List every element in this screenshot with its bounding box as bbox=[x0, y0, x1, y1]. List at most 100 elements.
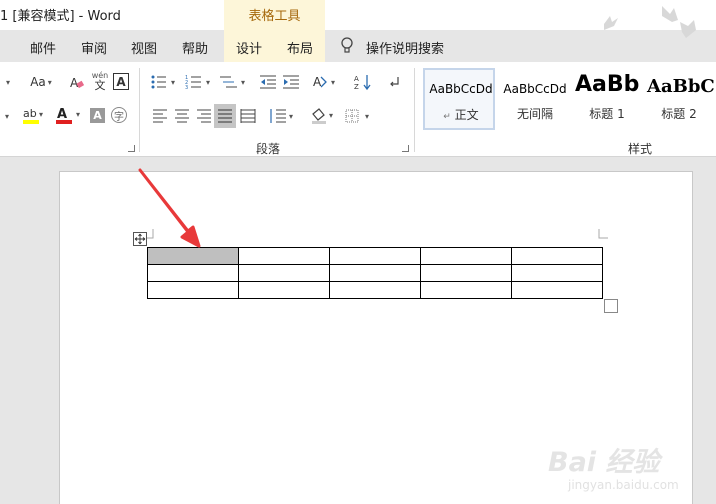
numbering-button[interactable]: 123 ▾ bbox=[185, 72, 215, 92]
svg-text:A: A bbox=[57, 107, 67, 122]
svg-text:▾: ▾ bbox=[76, 110, 80, 119]
borders-button[interactable]: ▾ bbox=[344, 106, 374, 126]
tab-review[interactable]: 审阅 bbox=[81, 38, 107, 57]
font-row2-partial[interactable]: ▾ bbox=[0, 106, 12, 126]
decrease-indent-button[interactable] bbox=[258, 72, 278, 92]
multilevel-list-icon: ▾ bbox=[220, 76, 245, 88]
font-color-button[interactable]: A ▾ bbox=[54, 104, 84, 126]
chinese-layout-icon: A ▾ bbox=[313, 75, 335, 89]
table-cell[interactable] bbox=[511, 247, 603, 265]
table-cell[interactable] bbox=[238, 281, 330, 299]
increase-indent-icon bbox=[283, 75, 299, 89]
title-bar: 1 [兼容模式] - Word bbox=[0, 0, 716, 38]
character-shading-button[interactable]: A bbox=[90, 108, 105, 123]
borders-icon: ▾ bbox=[345, 109, 369, 123]
table-move-handle[interactable] bbox=[133, 232, 147, 246]
tab-help[interactable]: 帮助 bbox=[182, 38, 208, 57]
svg-text:ab: ab bbox=[23, 107, 37, 120]
svg-text:A: A bbox=[354, 75, 359, 83]
tab-view[interactable]: 视图 bbox=[131, 38, 157, 57]
document-table[interactable] bbox=[147, 247, 603, 299]
style-normal[interactable]: AaBbCcDd ↵ 正文 bbox=[423, 68, 495, 130]
align-right-button[interactable] bbox=[194, 106, 214, 126]
chinese-layout-button[interactable]: A ▾ bbox=[312, 72, 340, 92]
style-heading-2[interactable]: AaBbC 标题 2 bbox=[643, 68, 715, 130]
pinyin-bottom: 文 bbox=[94, 78, 106, 92]
style-heading-1[interactable]: AaBb 标题 1 bbox=[571, 68, 643, 130]
tell-me-search[interactable]: 操作说明搜索 bbox=[366, 38, 444, 57]
svg-text:Z: Z bbox=[354, 83, 359, 91]
table-cell-selected[interactable] bbox=[147, 247, 239, 265]
table-cell[interactable] bbox=[511, 264, 603, 282]
style-no-spacing-name: 无间隔 bbox=[516, 107, 553, 121]
move-arrows-icon bbox=[134, 233, 146, 245]
line-spacing-button[interactable]: ▾ bbox=[268, 106, 298, 126]
font-group-divider bbox=[139, 68, 140, 152]
sort-button[interactable]: AZ bbox=[352, 72, 374, 92]
change-case-button[interactable]: Aa ▾ bbox=[26, 72, 56, 92]
style-normal-name: ↵ 正文 bbox=[443, 108, 479, 122]
align-right-icon bbox=[197, 109, 211, 123]
style-normal-sample: AaBbCcDd bbox=[429, 82, 493, 96]
line-spacing-icon: ▾ bbox=[270, 109, 293, 123]
svg-text:▾: ▾ bbox=[331, 78, 335, 87]
show-marks-button[interactable] bbox=[386, 72, 402, 92]
styles-group-label: 样式 bbox=[628, 142, 653, 156]
table-cell[interactable] bbox=[420, 264, 512, 282]
character-border-button[interactable]: A bbox=[113, 73, 129, 90]
document-title: 1 [兼容模式] - Word bbox=[0, 9, 121, 24]
table-cell[interactable] bbox=[329, 247, 421, 265]
paragraph-group-divider bbox=[414, 68, 415, 152]
style-heading-1-sample: AaBb bbox=[575, 72, 640, 97]
bullets-button[interactable]: ▾ bbox=[150, 72, 180, 92]
style-no-spacing-sample: AaBbCcDd bbox=[503, 82, 567, 96]
table-row bbox=[147, 281, 603, 299]
paint-bucket-icon: ▾ bbox=[312, 108, 333, 124]
align-center-icon bbox=[175, 109, 189, 123]
phonetic-guide-button[interactable]: wén 文 bbox=[90, 68, 110, 94]
tab-design[interactable]: 设计 bbox=[236, 38, 262, 57]
svg-text:▾: ▾ bbox=[39, 110, 43, 119]
table-cell[interactable] bbox=[238, 247, 330, 265]
distributed-button[interactable] bbox=[238, 106, 258, 126]
table-cell[interactable] bbox=[147, 281, 239, 299]
ribbon-tabs: 开始 邮件 审阅 视图 帮助 设计 布局 操作说明搜索 bbox=[0, 30, 716, 62]
font-grow-partial-button[interactable]: ▾ bbox=[0, 72, 14, 92]
style-heading-2-sample: AaBbC bbox=[647, 76, 715, 97]
align-center-button[interactable] bbox=[172, 106, 192, 126]
tab-layout[interactable]: 布局 bbox=[287, 38, 313, 57]
table-resize-handle[interactable] bbox=[604, 299, 618, 313]
table-cell[interactable] bbox=[329, 264, 421, 282]
font-dialog-launcher[interactable] bbox=[128, 145, 135, 152]
styles-gallery: AaBbCcDd ↵ 正文 AaBbCcDd 无间隔 AaBb 标题 1 AaB… bbox=[423, 68, 716, 130]
svg-text:▾: ▾ bbox=[206, 78, 210, 87]
tab-mailings[interactable]: 邮件 bbox=[30, 38, 56, 57]
table-cell[interactable] bbox=[238, 264, 330, 282]
table-cell[interactable] bbox=[329, 281, 421, 299]
table-cell[interactable] bbox=[420, 247, 512, 265]
lightbulb-icon bbox=[341, 37, 353, 53]
justify-button[interactable] bbox=[214, 104, 236, 128]
numbered-list-icon: 123 ▾ bbox=[185, 75, 210, 90]
highlight-color-button[interactable]: ab ▾ bbox=[20, 104, 46, 126]
svg-text:▾: ▾ bbox=[241, 78, 245, 87]
enclose-characters-button[interactable]: 字 bbox=[111, 107, 127, 123]
style-heading-1-name: 标题 1 bbox=[589, 107, 625, 121]
paragraph-group-label: 段落 bbox=[256, 142, 281, 156]
increase-indent-button[interactable] bbox=[281, 72, 301, 92]
style-no-spacing[interactable]: AaBbCcDd 无间隔 bbox=[499, 68, 571, 130]
watermark-url: jingyan.baidu.com bbox=[568, 478, 679, 492]
svg-text:3: 3 bbox=[185, 85, 188, 90]
align-left-button[interactable] bbox=[150, 106, 170, 126]
multilevel-list-button[interactable]: ▾ bbox=[219, 72, 249, 92]
style-heading-2-name: 标题 2 bbox=[661, 107, 697, 121]
paragraph-mark-icon bbox=[390, 77, 399, 87]
margin-corner-right bbox=[598, 229, 608, 239]
shading-button[interactable]: ▾ bbox=[310, 106, 338, 126]
paragraph-dialog-launcher[interactable] bbox=[402, 145, 409, 152]
table-cell[interactable] bbox=[511, 281, 603, 299]
table-cell[interactable] bbox=[147, 264, 239, 282]
font-color-icon: A ▾ bbox=[56, 107, 80, 124]
clear-formatting-button[interactable]: A bbox=[68, 72, 86, 92]
table-cell[interactable] bbox=[420, 281, 512, 299]
